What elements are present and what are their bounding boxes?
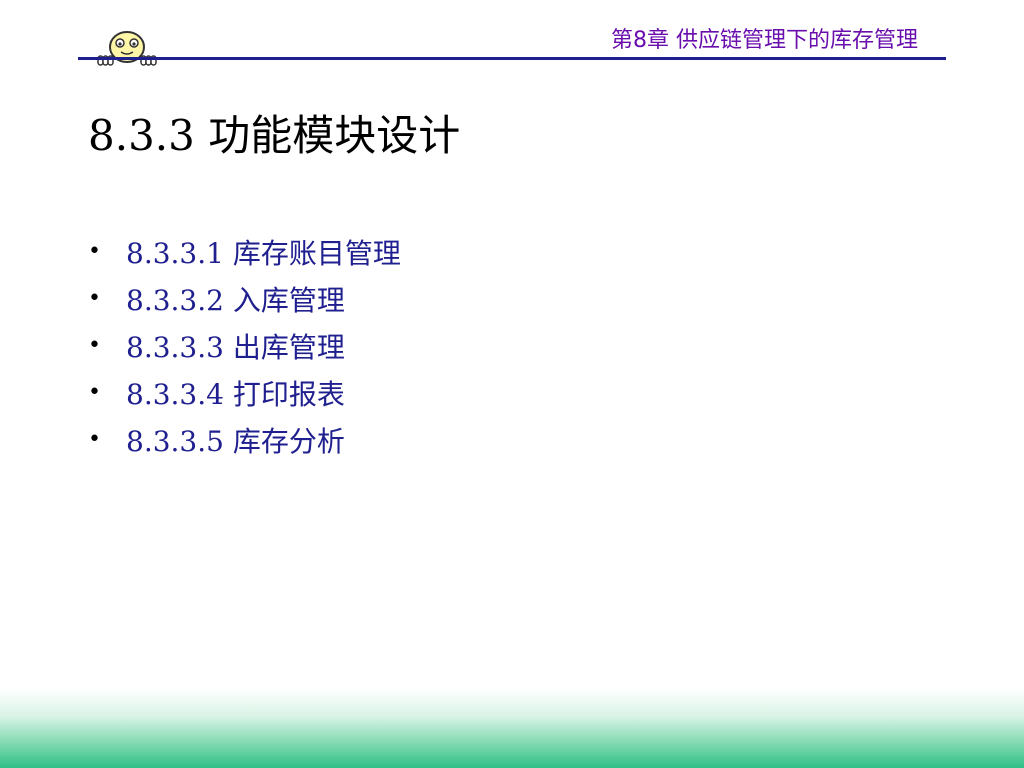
list-item-text: 8.3.3.5 库存分析 [126,424,345,458]
chapter-title: 第8章 供应链管理下的库存管理 [611,28,918,53]
header-rule [78,57,946,60]
module-list: • 8.3.3.1 库存账目管理 • 8.3.3.2 入库管理 • 8.3.3.… [88,228,401,463]
bullet-icon: • [88,286,101,311]
bullet-icon: • [88,427,101,452]
bullet-icon: • [88,380,101,405]
list-item-text: 8.3.3.1 库存账目管理 [126,236,401,270]
list-item-text: 8.3.3.4 打印报表 [126,377,345,411]
footer-gradient [0,688,1024,768]
list-item: • 8.3.3.4 打印报表 [88,369,401,416]
section-title: 8.3.3 功能模块设计 [88,111,461,160]
list-item: • 8.3.3.5 库存分析 [88,416,401,463]
list-item-text: 8.3.3.2 入库管理 [126,283,345,317]
list-item: • 8.3.3.1 库存账目管理 [88,228,401,275]
list-item-text: 8.3.3.3 出库管理 [126,330,345,364]
bullet-icon: • [88,333,101,358]
list-item: • 8.3.3.2 入库管理 [88,275,401,322]
list-item: • 8.3.3.3 出库管理 [88,322,401,369]
bullet-icon: • [88,239,101,264]
peeking-face-icon [97,31,157,66]
slide: 第8章 供应链管理下的库存管理 8.3.3 功能模块设计 • 8.3.3.1 库… [0,0,1024,768]
